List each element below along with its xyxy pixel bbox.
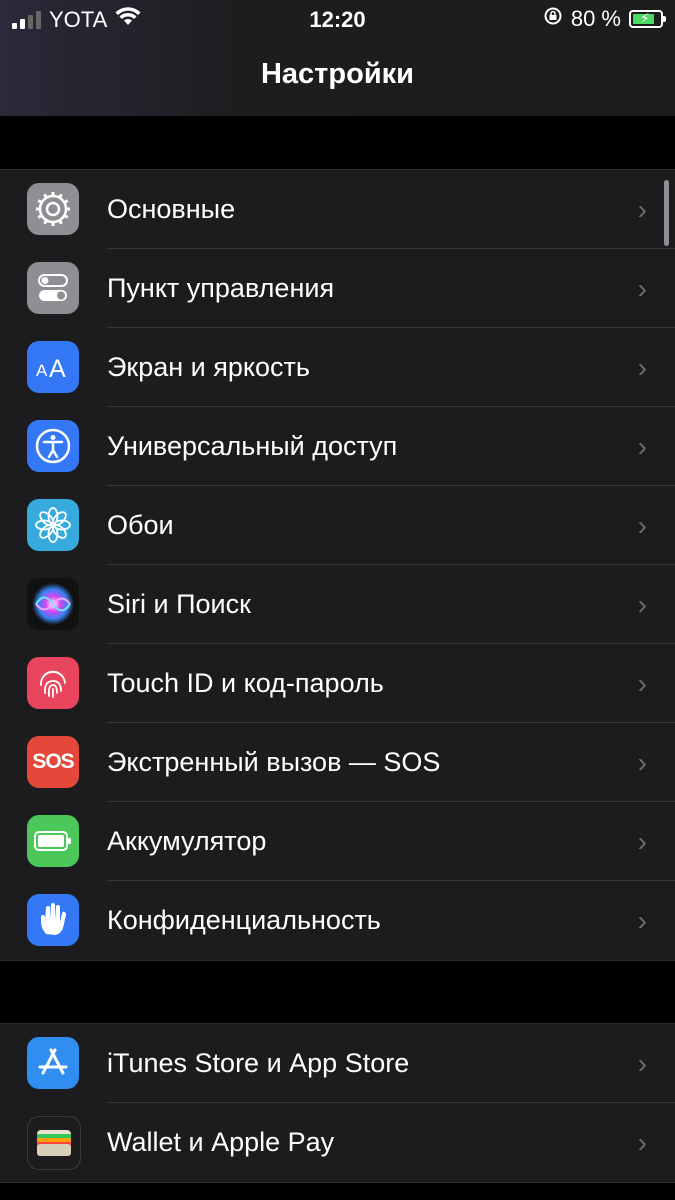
chevron-right-icon: › <box>637 905 647 936</box>
chevron-right-icon: › <box>637 1048 647 1079</box>
settings-row-label: Экран и яркость <box>107 352 310 382</box>
settings-row-label: Экстренный вызов — SOS <box>107 747 441 777</box>
chevron-right-icon: › <box>637 273 647 304</box>
header: YOTA 12:20 80 % ⚡ Настройки <box>0 0 675 116</box>
chevron-right-icon: › <box>637 1127 647 1158</box>
settings-row-label: Конфиденциальность <box>107 905 381 935</box>
settings-row-sos[interactable]: SOS Экстренный вызов — SOS › <box>0 723 675 802</box>
settings-row-siri[interactable]: Siri и Поиск › <box>0 565 675 644</box>
settings-row-flower[interactable]: Обои › <box>0 486 675 565</box>
settings-row-label: Touch ID и код-пароль <box>107 668 384 698</box>
chevron-right-icon: › <box>637 589 647 620</box>
settings-row-label: Аккумулятор <box>107 826 267 856</box>
chevron-right-icon: › <box>637 431 647 462</box>
toggles-icon <box>27 262 79 314</box>
scrollbar[interactable] <box>664 180 669 246</box>
settings-row-accessibility[interactable]: Универсальный доступ › <box>0 407 675 486</box>
settings-row-wallet[interactable]: Wallet и Apple Pay › <box>0 1103 675 1182</box>
settings-row-fingerprint[interactable]: Touch ID и код-пароль › <box>0 644 675 723</box>
settings-row-label: Wallet и Apple Pay <box>107 1127 335 1157</box>
text-size-icon: AA <box>27 341 79 393</box>
settings-row-label: iTunes Store и App Store <box>107 1048 410 1078</box>
flower-icon <box>27 499 79 551</box>
settings-row-label: Пункт управления <box>107 273 335 303</box>
settings-row-label: Siri и Поиск <box>107 589 251 619</box>
settings-row-toggles[interactable]: Пункт управления › <box>0 249 675 328</box>
chevron-right-icon: › <box>637 194 647 225</box>
wallet-icon <box>27 1116 81 1170</box>
settings-row-hand[interactable]: Конфиденциальность › <box>0 881 675 960</box>
settings-row-label: Обои <box>107 510 174 540</box>
accessibility-icon <box>27 420 79 472</box>
settings-row-gear[interactable]: Основные › <box>0 170 675 249</box>
hand-icon <box>27 894 79 946</box>
siri-icon <box>27 578 79 630</box>
app-store-icon <box>27 1037 79 1089</box>
chevron-right-icon: › <box>637 747 647 778</box>
settings-group-main: Основные › Пункт управления › A A Экран и ярко… <box>0 169 675 961</box>
svg-text:A: A <box>36 361 48 380</box>
settings-row-app-store[interactable]: iTunes Store и App Store › <box>0 1024 675 1103</box>
chevron-right-icon: › <box>637 668 647 699</box>
status-right: 80 % ⚡ <box>543 6 666 32</box>
battery-icon <box>27 815 79 867</box>
settings-row-label: Основные <box>107 194 236 224</box>
rotation-lock-icon <box>543 6 563 32</box>
chevron-right-icon: › <box>637 826 647 857</box>
settings-group-store: iTunes Store и App Store › Wallet и Apple … <box>0 1023 675 1183</box>
page-title: Настройки <box>260 58 414 90</box>
settings-row-label: Универсальный доступ <box>107 431 398 461</box>
settings-row-battery[interactable]: Аккумулятор › <box>0 802 675 881</box>
chevron-right-icon: › <box>637 352 647 383</box>
svg-text:A: A <box>49 355 66 382</box>
fingerprint-icon <box>27 657 79 709</box>
sos-icon-text: SOS <box>32 750 74 773</box>
status-bar: YOTA 12:20 80 % ⚡ <box>0 0 675 38</box>
battery-percent: 80 % <box>570 6 621 31</box>
gear-icon <box>27 183 79 235</box>
battery-charging-icon: ⚡ <box>629 10 666 28</box>
settings-row-text-size[interactable]: A A Экран и яркость › <box>0 328 675 407</box>
chevron-right-icon: › <box>637 510 647 541</box>
sos-icon: SOS <box>27 736 79 788</box>
